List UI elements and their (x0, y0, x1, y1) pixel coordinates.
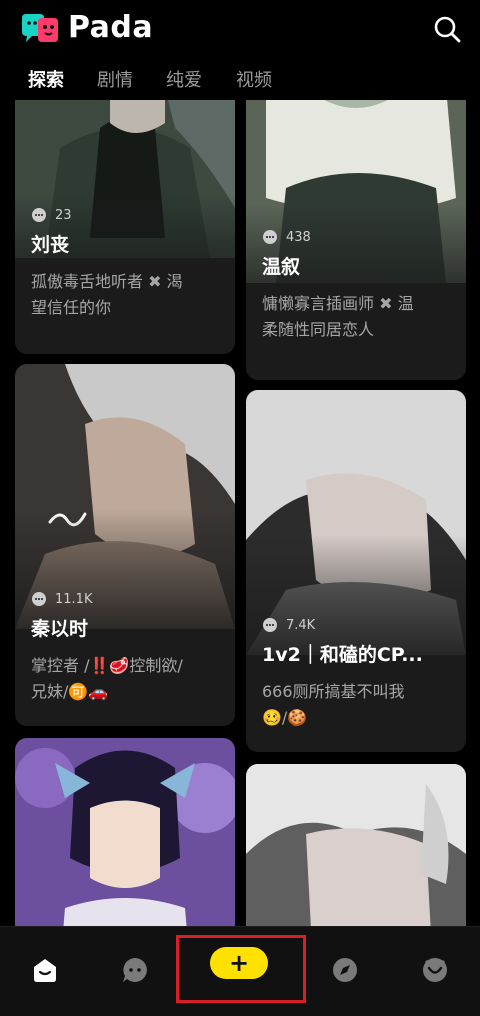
description-line: 🥴/🍪 (262, 708, 308, 727)
description-line: 掌控者 /‼️🥩控制欲/ (31, 656, 183, 675)
card-meta: 11.1K 秦以时 掌控者 /‼️🥩控制欲/ 兄妹/🉑🚗 (31, 590, 223, 705)
description-line: 孤傲毒舌地听者 ✖ 渴 (31, 272, 183, 291)
card-meta: 23 刘丧 孤傲毒舌地听者 ✖ 渴 望信任的你 (31, 206, 223, 321)
chat-bubble-icon (263, 230, 277, 244)
tab-video[interactable]: 视频 (236, 66, 272, 92)
description-line: 666厕所搞基不叫我 (262, 682, 405, 701)
bottom-nav: + (0, 926, 480, 1016)
description-line: 慵懒寡言插画师 ✖ 温 (262, 294, 414, 313)
description-line: 望信任的你 (31, 298, 112, 317)
character-name: 秦以时 (31, 618, 89, 640)
character-card[interactable]: 7.4K 1v2｜和磕的CP... 666厕所搞基不叫我 🥴/🍪 (246, 390, 466, 752)
character-card[interactable] (15, 738, 235, 926)
character-description: 孤傲毒舌地听者 ✖ 渴 望信任的你 (31, 269, 223, 321)
chat-icon[interactable] (120, 955, 150, 985)
character-card[interactable]: 11.1K 秦以时 掌控者 /‼️🥩控制欲/ 兄妹/🉑🚗 (15, 364, 235, 726)
character-description: 慵懒寡言插画师 ✖ 温 柔随性同居恋人 (262, 291, 454, 343)
character-name: 温叙 (262, 256, 301, 278)
discover-icon[interactable] (330, 955, 360, 985)
pada-logo-icon (22, 14, 58, 42)
profile-icon[interactable] (420, 955, 450, 985)
chat-count-value: 438 (286, 229, 311, 245)
chat-count: 438 (262, 228, 454, 246)
tab-pure-love[interactable]: 纯爱 (166, 66, 202, 92)
character-image (15, 738, 235, 926)
character-description: 掌控者 /‼️🥩控制欲/ 兄妹/🉑🚗 (31, 653, 223, 705)
chat-bubble-icon (32, 592, 46, 606)
home-icon[interactable] (30, 955, 60, 985)
chat-count: 7.4K (262, 616, 454, 634)
character-card[interactable]: 438 温叙 慵懒寡言插画师 ✖ 温 柔随性同居恋人 (246, 100, 466, 380)
chat-count-value: 7.4K (286, 617, 316, 633)
chat-count: 11.1K (31, 590, 223, 608)
chat-bubble-icon (263, 618, 277, 632)
description-line: 柔随性同居恋人 (262, 320, 375, 339)
category-tabs: 探索 剧情 纯爱 视频 (0, 58, 480, 100)
plus-icon: + (228, 949, 250, 977)
character-feed[interactable]: 23 刘丧 孤傲毒舌地听者 ✖ 渴 望信任的你 438 温叙 慵懒寡言插画师 ✖… (0, 100, 480, 926)
character-name: 1v2｜和磕的CP... (262, 644, 423, 666)
chat-count-value: 23 (55, 207, 72, 223)
character-card[interactable]: 23 刘丧 孤傲毒舌地听者 ✖ 渴 望信任的你 (15, 100, 235, 354)
character-image (246, 764, 466, 926)
chat-count: 23 (31, 206, 223, 224)
app-brand: Pada (68, 10, 154, 45)
search-icon[interactable] (432, 14, 462, 44)
app-header: Pada (0, 0, 480, 58)
card-meta: 7.4K 1v2｜和磕的CP... 666厕所搞基不叫我 🥴/🍪 (262, 616, 454, 731)
description-line: 兄妹/🉑🚗 (31, 682, 109, 701)
character-description: 666厕所搞基不叫我 🥴/🍪 (262, 679, 454, 731)
chat-bubble-icon (32, 208, 46, 222)
chat-count-value: 11.1K (55, 591, 93, 607)
character-card[interactable] (246, 764, 466, 926)
card-meta: 438 温叙 慵懒寡言插画师 ✖ 温 柔随性同居恋人 (262, 228, 454, 343)
create-button[interactable]: + (210, 947, 268, 979)
tab-story[interactable]: 剧情 (97, 66, 133, 92)
tab-explore[interactable]: 探索 (28, 66, 64, 92)
character-name: 刘丧 (31, 234, 70, 256)
